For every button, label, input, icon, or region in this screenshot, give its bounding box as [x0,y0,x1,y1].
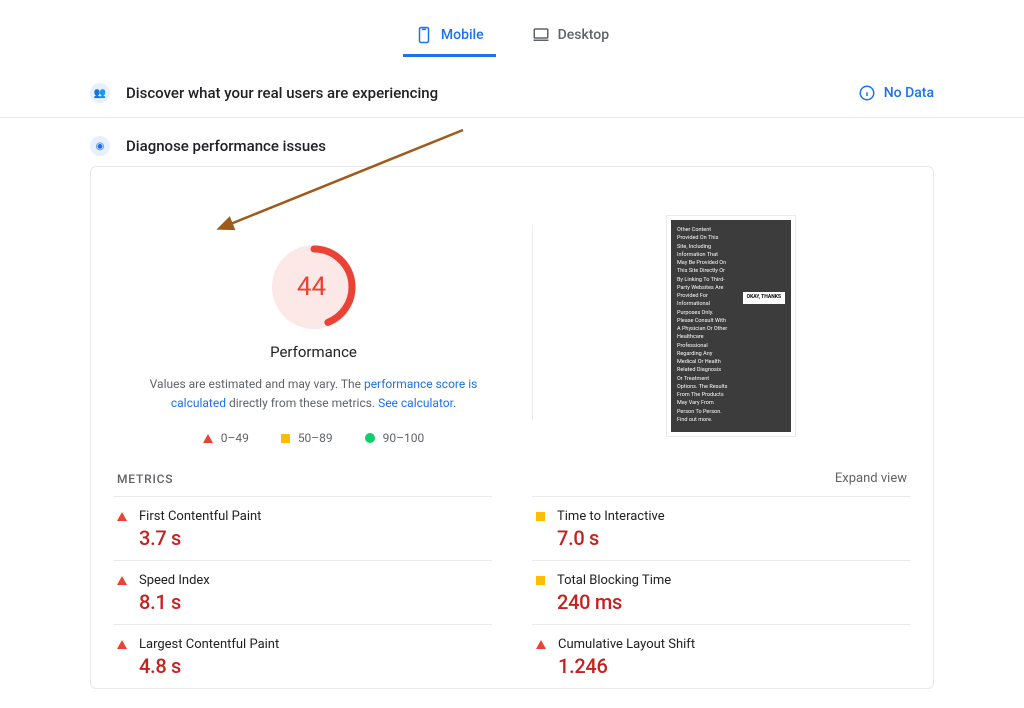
preview-column: Other Content Provided On This Site, Inc… [551,185,911,445]
metric-value: 4.8 s [139,654,279,678]
metric-value: 1.246 [558,654,695,678]
no-data-link[interactable]: No Data [858,84,934,102]
tab-mobile[interactable]: Mobile [403,20,496,57]
metric-row[interactable]: First Contentful Paint 3.7 s [113,496,492,560]
people-icon: 👥 [90,83,110,103]
gauge-icon: ◉ [90,136,110,156]
vertical-divider [532,225,533,420]
metric-row[interactable]: Speed Index 8.1 s [113,560,492,624]
metric-value: 8.1 s [139,590,210,614]
no-data-label: No Data [884,85,934,101]
metric-name: Total Blocking Time [557,573,671,588]
circle-icon [365,433,375,443]
score-legend: 0–49 50–89 90–100 [203,431,425,445]
metric-name: First Contentful Paint [139,509,261,524]
metric-value: 3.7 s [139,526,261,550]
metric-name: Largest Contentful Paint [139,637,279,652]
metric-value: 7.0 s [557,526,665,550]
metric-row[interactable]: Cumulative Layout Shift 1.246 [532,624,911,688]
triangle-icon [117,640,127,649]
preview-ok-button: OKAY, THANKS [743,292,785,304]
performance-gauge: 44 [272,245,356,329]
diagnose-title: Diagnose performance issues [126,137,326,155]
diagnose-section-header: ◉ Diagnose performance issues [0,118,1024,156]
gauge-column: 44 Performance Values are estimated and … [113,185,514,445]
tab-desktop[interactable]: Desktop [520,20,621,57]
metric-value: 240 ms [557,590,671,614]
metrics-grid: First Contentful Paint 3.7 s Time to Inter… [113,496,911,688]
tab-mobile-label: Mobile [441,27,484,43]
see-calculator-link[interactable]: See calculator. [378,396,456,410]
square-icon [536,576,545,585]
metrics-heading: METRICS [117,472,173,486]
metric-row[interactable]: Largest Contentful Paint 4.8 s [113,624,492,688]
preview-consent-text: Other Content Provided On This Site, Inc… [677,226,785,424]
performance-score: 44 [297,272,326,302]
metric-row[interactable]: Time to Interactive 7.0 s [532,496,911,560]
metric-name: Time to Interactive [557,509,665,524]
metric-row[interactable]: Total Blocking Time 240 ms [532,560,911,624]
tab-desktop-label: Desktop [558,27,609,43]
triangle-icon [117,576,127,585]
desktop-icon [532,26,550,44]
performance-label: Performance [270,343,357,361]
square-icon [281,434,290,443]
device-tabs: Mobile Desktop [0,0,1024,65]
triangle-icon [117,512,127,521]
expand-view-link[interactable]: Expand view [835,471,907,486]
mobile-preview: Other Content Provided On This Site, Inc… [666,215,796,437]
metric-name: Speed Index [139,573,210,588]
real-users-section: 👥 Discover what your real users are expe… [0,65,1024,118]
real-users-title: Discover what your real users are experi… [126,84,438,102]
performance-description: Values are estimated and may vary. The p… [144,375,484,413]
metric-name: Cumulative Layout Shift [558,637,695,652]
triangle-icon [536,640,546,649]
triangle-icon [203,434,213,443]
info-icon [858,84,876,102]
mobile-icon [415,26,433,44]
diagnose-card: 44 Performance Values are estimated and … [90,166,934,689]
square-icon [536,512,545,521]
